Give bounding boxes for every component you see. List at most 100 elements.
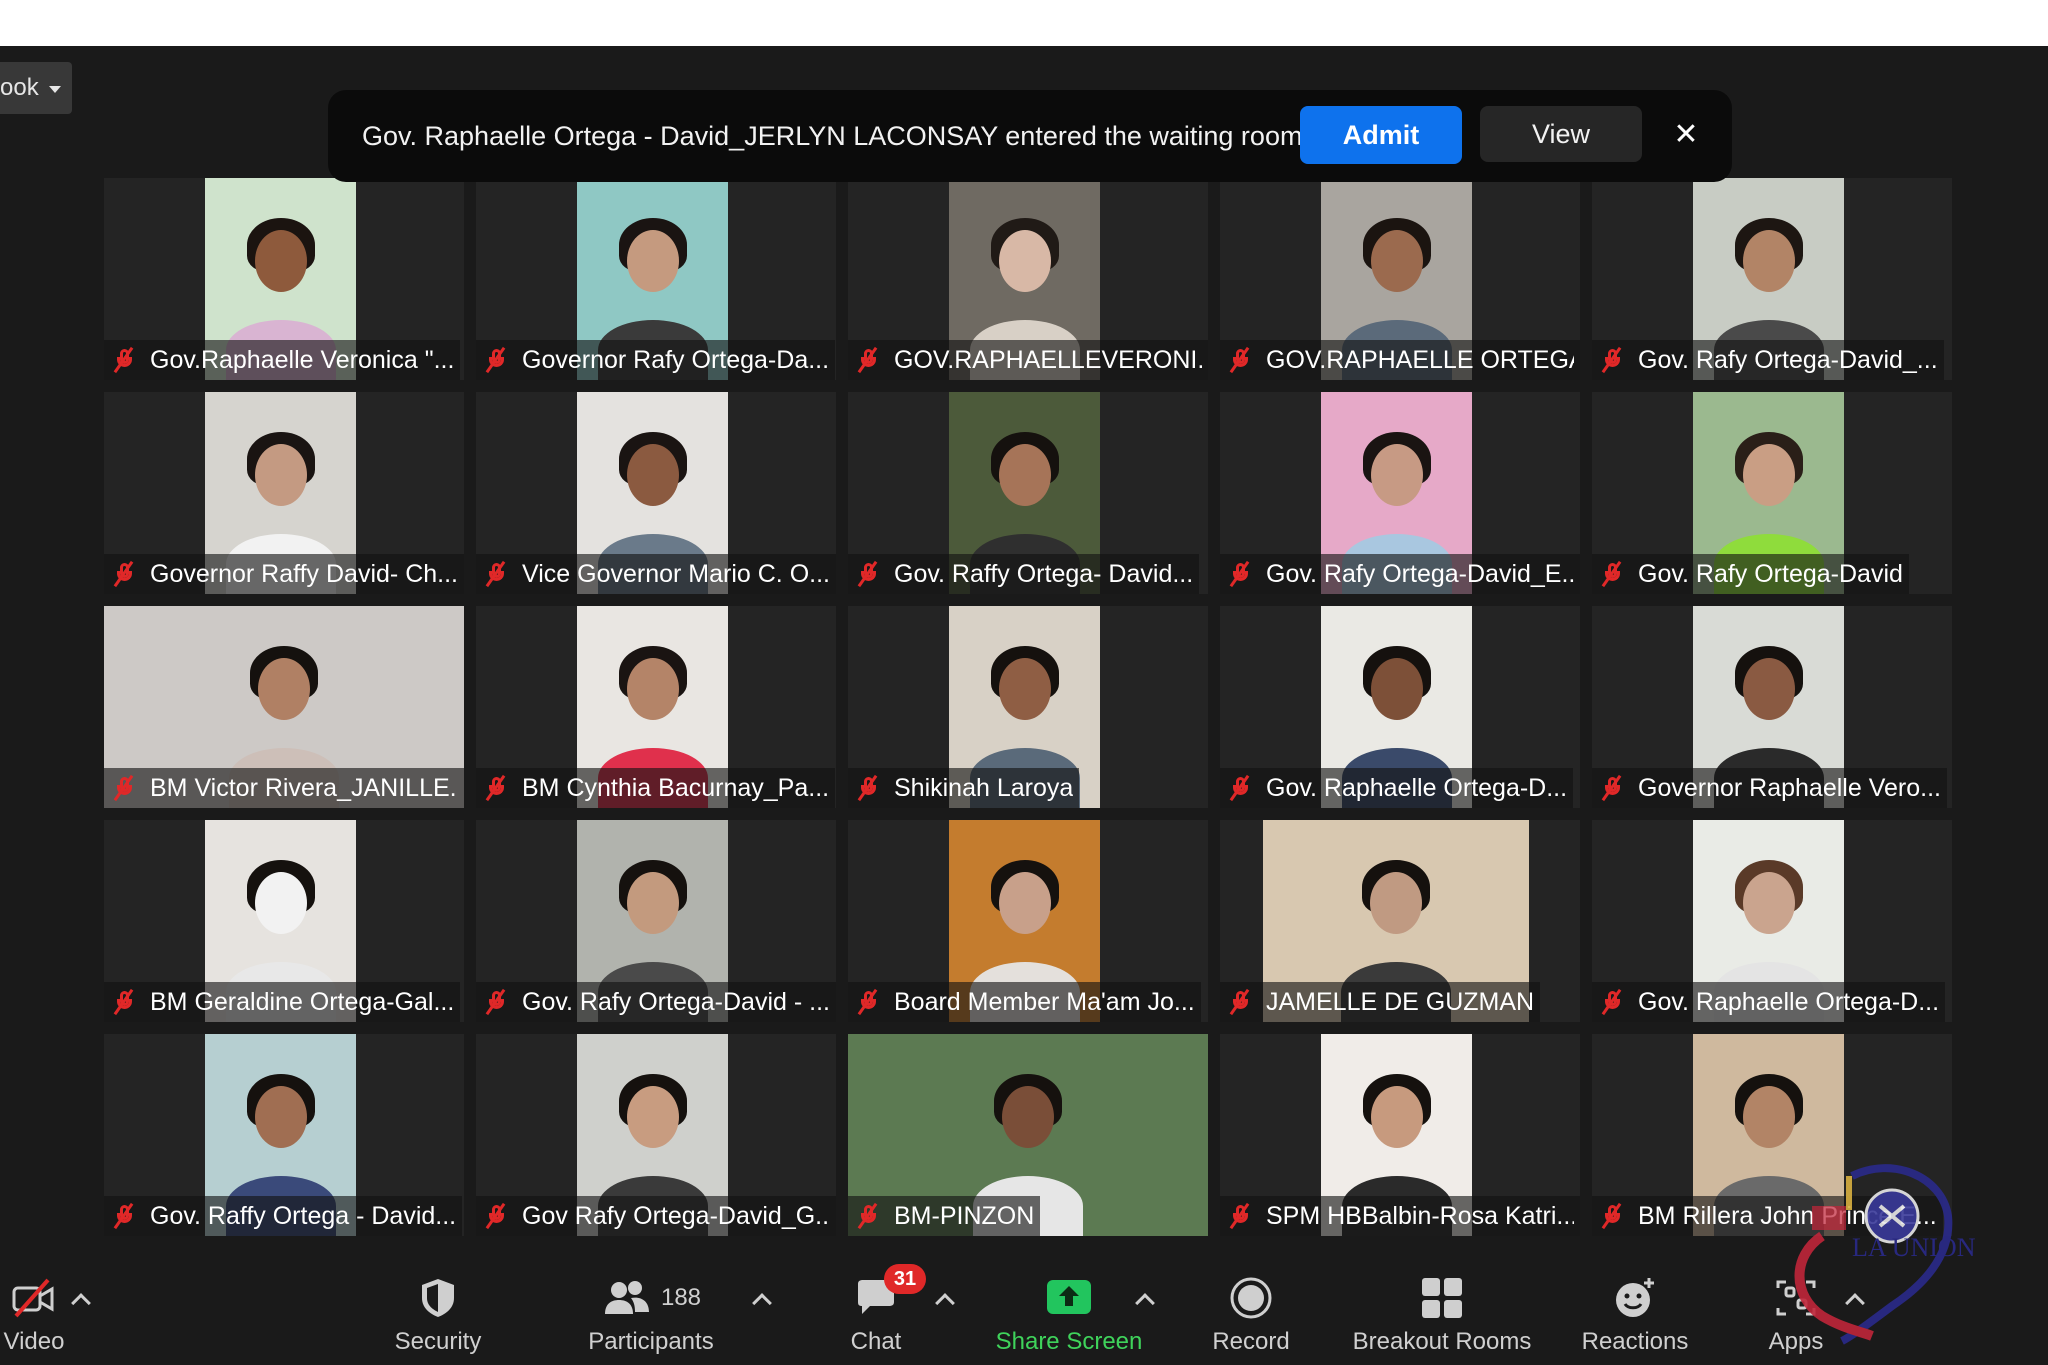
- participants-button[interactable]: 188 Participants: [580, 1276, 722, 1356]
- video-off-icon: [12, 1276, 56, 1320]
- chat-button[interactable]: 31 Chat: [836, 1264, 926, 1356]
- mic-muted-icon: [1228, 346, 1252, 374]
- participant-tile[interactable]: Gov. Raffy Ortega - David...: [104, 1034, 464, 1236]
- waiting-room-message: Gov. Raphaelle Ortega - David_JERLYN LAC…: [362, 120, 1303, 151]
- mic-muted-icon: [484, 560, 508, 588]
- participant-nameplate: Vice Governor Mario C. O...: [476, 554, 836, 594]
- participant-tile[interactable]: BM-PINZON: [848, 1034, 1208, 1236]
- participant-tile[interactable]: Gov. Rafy Ortega-David: [1592, 392, 1952, 594]
- participant-tile[interactable]: GOV.RAPHAELLEVERONI...: [848, 178, 1208, 380]
- participant-tile[interactable]: Gov Rafy Ortega-David_G...: [476, 1034, 836, 1236]
- participant-tile[interactable]: Governor Rafy Ortega-Da...: [476, 178, 836, 380]
- participant-name: BM-PINZON: [894, 1201, 1035, 1230]
- participant-name: BM Geraldine Ortega-Gal...: [150, 987, 455, 1016]
- participant-tile[interactable]: Gov.Raphaelle Veronica "...: [104, 178, 464, 380]
- participant-tile[interactable]: SPM HBBalbin-Rosa Katri...: [1220, 1034, 1580, 1236]
- share-screen-button[interactable]: Share Screen: [990, 1276, 1148, 1356]
- participant-skin: [258, 658, 310, 720]
- participant-name: Gov Rafy Ortega-David_G...: [522, 1201, 830, 1230]
- participant-tile[interactable]: Gov. Rafy Ortega-David_...: [1592, 178, 1952, 380]
- participant-nameplate: GOV.RAPHAELLE ORTEGA...: [1220, 340, 1580, 380]
- participant-tile[interactable]: Shikinah Laroya: [848, 606, 1208, 808]
- view-waiting-room-button[interactable]: View: [1480, 106, 1642, 162]
- participant-skin: [626, 872, 679, 934]
- participant-tile[interactable]: Vice Governor Mario C. O...: [476, 392, 836, 594]
- participant-name: BM Cynthia Bacurnay_Pa...: [522, 773, 830, 802]
- participant-name: Gov. Rafy Ortega-David: [1638, 559, 1903, 588]
- chevron-down-icon: [48, 85, 61, 93]
- participant-name: Gov. Rafy Ortega-David - ...: [522, 987, 830, 1016]
- participant-nameplate: Gov. Raffy Ortega- David...: [848, 554, 1200, 594]
- participant-name: GOV.RAPHAELLE ORTEGA...: [1266, 345, 1574, 374]
- mic-muted-icon: [1600, 560, 1624, 588]
- participants-icon-row: 188: [601, 1276, 701, 1320]
- participant-skin: [1742, 230, 1795, 292]
- participant-tile[interactable]: Gov. Raphaelle Ortega-D...: [1592, 820, 1952, 1022]
- video-button[interactable]: Video: [0, 1276, 74, 1356]
- emoji-plus-icon: [1613, 1276, 1657, 1320]
- view-dropdown[interactable]: ook: [0, 62, 72, 114]
- participant-tile[interactable]: JAMELLE DE GUZMAN: [1220, 820, 1580, 1022]
- participant-skin: [626, 1086, 679, 1148]
- participant-tile[interactable]: Gov. Rafy Ortega-David_E...: [1220, 392, 1580, 594]
- share-screen-label: Share Screen: [995, 1328, 1143, 1355]
- participant-tile[interactable]: Gov. Raffy Ortega- David...: [848, 392, 1208, 594]
- participant-nameplate: BM-PINZON: [848, 1196, 1041, 1236]
- reactions-button[interactable]: Reactions: [1576, 1276, 1694, 1356]
- participant-nameplate: Gov. Rafy Ortega-David - ...: [476, 982, 836, 1022]
- participant-nameplate: BM Victor Rivera_JANILLE...: [104, 768, 464, 808]
- participant-skin: [1742, 1086, 1795, 1148]
- participant-skin: [998, 230, 1051, 292]
- record-icon: [1229, 1276, 1273, 1320]
- participant-skin: [1370, 230, 1423, 292]
- participant-skin: [1002, 1086, 1054, 1148]
- chat-options-caret-icon[interactable]: [935, 1293, 955, 1313]
- participant-name: Gov. Raphaelle Ortega-D...: [1266, 773, 1568, 802]
- chat-bubble-icon: 31: [854, 1264, 926, 1320]
- participant-tile[interactable]: Board Member Ma'am Jo...: [848, 820, 1208, 1022]
- participant-skin: [1370, 444, 1423, 506]
- participant-tile[interactable]: BM Cynthia Bacurnay_Pa...: [476, 606, 836, 808]
- meeting-toolbar: Video Security 188 Participants 31 Chat …: [0, 1264, 2048, 1365]
- participant-nameplate: BM Geraldine Ortega-Gal...: [104, 982, 461, 1022]
- participant-skin: [626, 444, 679, 506]
- participant-tile[interactable]: BM Victor Rivera_JANILLE...: [104, 606, 464, 808]
- participants-count: 188: [660, 1284, 702, 1311]
- participant-skin: [998, 872, 1051, 934]
- waiting-room-notification: Gov. Raphaelle Ortega - David_JERLYN LAC…: [328, 90, 1732, 182]
- mic-muted-icon: [1228, 1202, 1252, 1230]
- record-button[interactable]: Record: [1206, 1276, 1296, 1356]
- reactions-label: Reactions: [1581, 1328, 1689, 1355]
- participant-tile[interactable]: Governor Raffy David- Ch...: [104, 392, 464, 594]
- mic-muted-icon: [856, 1202, 880, 1230]
- participant-name: BM Victor Rivera_JANILLE...: [150, 773, 458, 802]
- participant-skin: [254, 1086, 307, 1148]
- mic-muted-icon: [112, 988, 136, 1016]
- participants-options-caret-icon[interactable]: [752, 1293, 772, 1313]
- participant-tile[interactable]: Gov. Raphaelle Ortega-D...: [1220, 606, 1580, 808]
- participant-tile[interactable]: Governor Raphaelle Vero...: [1592, 606, 1952, 808]
- participant-name: Governor Raphaelle Vero...: [1638, 773, 1941, 802]
- close-icon[interactable]: ✕: [1666, 114, 1706, 154]
- participant-tile[interactable]: GOV.RAPHAELLE ORTEGA...: [1220, 178, 1580, 380]
- participant-name: Governor Rafy Ortega-Da...: [522, 345, 830, 374]
- participant-skin: [254, 230, 307, 292]
- participant-tile[interactable]: BM Geraldine Ortega-Gal...: [104, 820, 464, 1022]
- participant-tile[interactable]: Gov. Rafy Ortega-David - ...: [476, 820, 836, 1022]
- participant-skin: [998, 658, 1051, 720]
- participant-name: Gov. Rafy Ortega-David_...: [1638, 345, 1938, 374]
- admit-button[interactable]: Admit: [1300, 106, 1462, 164]
- participant-name: Gov. Rafy Ortega-David_E...: [1266, 559, 1574, 588]
- participant-nameplate: BM Cynthia Bacurnay_Pa...: [476, 768, 836, 808]
- participant-nameplate: Gov. Raffy Ortega - David...: [104, 1196, 463, 1236]
- mic-muted-icon: [1600, 1202, 1624, 1230]
- security-button[interactable]: Security: [388, 1276, 488, 1356]
- participant-skin: [254, 872, 307, 934]
- breakout-rooms-button[interactable]: Breakout Rooms: [1346, 1276, 1538, 1356]
- share-screen-icon: [1047, 1276, 1091, 1320]
- participant-name: GOV.RAPHAELLEVERONI...: [894, 345, 1202, 374]
- watermark-text: LA UNION: [1852, 1233, 1976, 1262]
- participant-nameplate: Board Member Ma'am Jo...: [848, 982, 1201, 1022]
- mic-muted-icon: [484, 774, 508, 802]
- video-options-caret-icon[interactable]: [71, 1293, 91, 1313]
